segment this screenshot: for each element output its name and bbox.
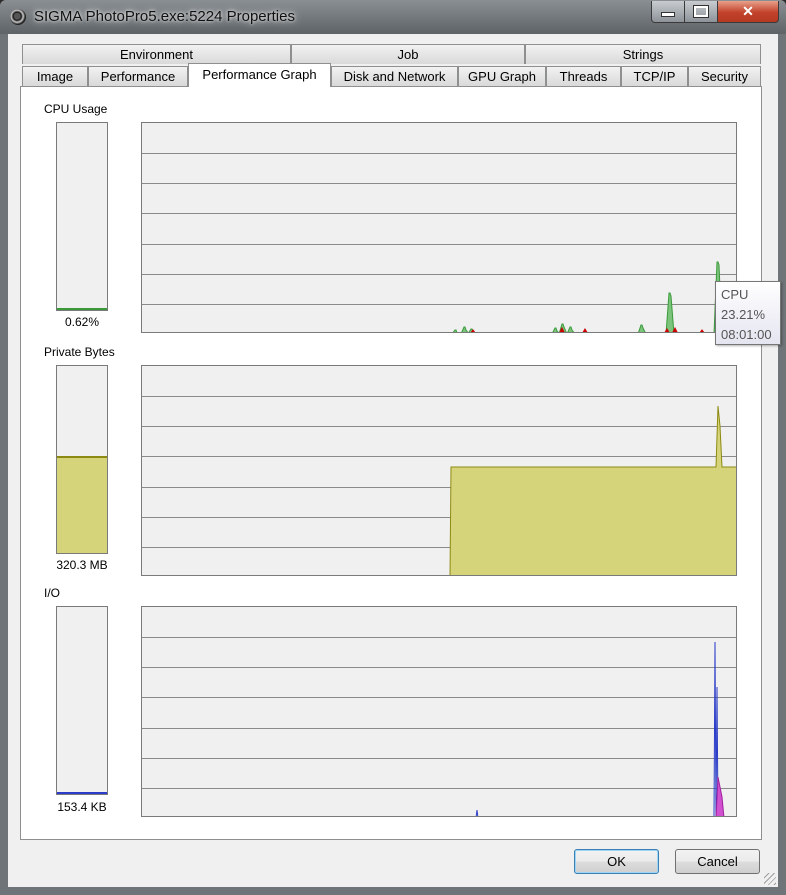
tab-label: Image: [36, 69, 74, 84]
dialog-client-area: Environment Job Strings Image Performanc…: [8, 34, 781, 887]
minimize-icon: [661, 12, 675, 17]
tooltip-time: 08:01:00: [721, 327, 772, 342]
cpu-usage-graph-svg: [142, 153, 736, 332]
private-bytes-graph[interactable]: [141, 365, 737, 576]
tab-label: Disk and Network: [343, 69, 446, 84]
tab-environment[interactable]: Environment: [22, 44, 291, 64]
tab-label: TCP/IP: [633, 69, 676, 84]
close-button[interactable]: ✕: [717, 1, 779, 23]
io-meter: [56, 606, 108, 795]
minimize-button[interactable]: [651, 1, 685, 23]
private-bytes-series-area: [450, 406, 736, 575]
tab-performance[interactable]: Performance: [88, 66, 188, 86]
tab-gpu-graph[interactable]: GPU Graph: [458, 66, 546, 86]
ok-button[interactable]: OK: [574, 849, 659, 874]
cpu-usage-meter: [56, 122, 108, 311]
properties-window: SIGMA PhotoPro5.exe:5224 Properties ✕ En…: [0, 0, 786, 895]
cpu-usage-graph[interactable]: [141, 122, 737, 333]
tab-performance-graph[interactable]: Performance Graph: [188, 63, 331, 87]
tab-label: Strings: [622, 47, 664, 62]
tooltip-series: CPU: [721, 287, 749, 302]
cpu-kernel-spike-5: [699, 329, 705, 332]
tab-job[interactable]: Job: [291, 44, 525, 64]
tab-label: Performance: [100, 69, 176, 84]
private-bytes-meter: [56, 365, 108, 554]
tab-tcp-ip[interactable]: TCP/IP: [621, 66, 688, 86]
private-bytes-label: Private Bytes: [44, 345, 115, 359]
performance-graph-panel: CPU Usage 0.62% Private Bytes 320.3 MB I…: [20, 86, 762, 840]
tab-threads[interactable]: Threads: [546, 66, 621, 86]
tab-security[interactable]: Security: [688, 66, 761, 86]
tab-label: Environment: [120, 47, 193, 62]
title-bar[interactable]: SIGMA PhotoPro5.exe:5224 Properties ✕: [0, 0, 786, 34]
window-title: SIGMA PhotoPro5.exe:5224 Properties: [34, 8, 295, 25]
tab-label: Performance Graph: [202, 67, 317, 82]
io-meter-fill: [57, 792, 107, 794]
tab-label: GPU Graph: [468, 69, 536, 84]
tab-label: Threads: [559, 69, 608, 84]
cpu-spike-0-line: [452, 329, 458, 332]
io-read-spike-0: [475, 809, 479, 816]
camera-app-icon[interactable]: [10, 9, 26, 25]
io-label: I/O: [44, 586, 61, 600]
maximize-button[interactable]: [684, 1, 718, 23]
io-graph-svg: [142, 637, 736, 816]
cpu-kernel-spike-2: [582, 328, 588, 332]
tab-image[interactable]: Image: [22, 66, 88, 86]
tab-strings[interactable]: Strings: [525, 44, 761, 64]
resize-grip[interactable]: [764, 873, 776, 885]
io-graph[interactable]: [141, 606, 737, 817]
io-value: 153.4 KB: [57, 800, 107, 814]
cpu-usage-meter-fill: [57, 308, 107, 310]
close-icon: ✕: [742, 3, 754, 19]
private-bytes-meter-fill: [57, 456, 107, 553]
tab-label: Security: [701, 69, 748, 84]
tooltip-value: 23.21%: [721, 307, 766, 322]
cancel-button[interactable]: Cancel: [675, 849, 760, 874]
cpu-usage-label: CPU Usage: [44, 102, 108, 116]
tab-label: Job: [397, 47, 419, 62]
maximize-icon: [693, 5, 709, 18]
private-bytes-graph-svg: [142, 396, 736, 575]
private-bytes-value: 320.3 MB: [56, 558, 108, 572]
io-read-spike-1: [713, 641, 717, 816]
cpu-tooltip: CPU 23.21% 08:01:00: [715, 281, 781, 345]
tab-disk-and-network[interactable]: Disk and Network: [331, 66, 458, 86]
cpu-usage-value: 0.62%: [64, 315, 100, 329]
